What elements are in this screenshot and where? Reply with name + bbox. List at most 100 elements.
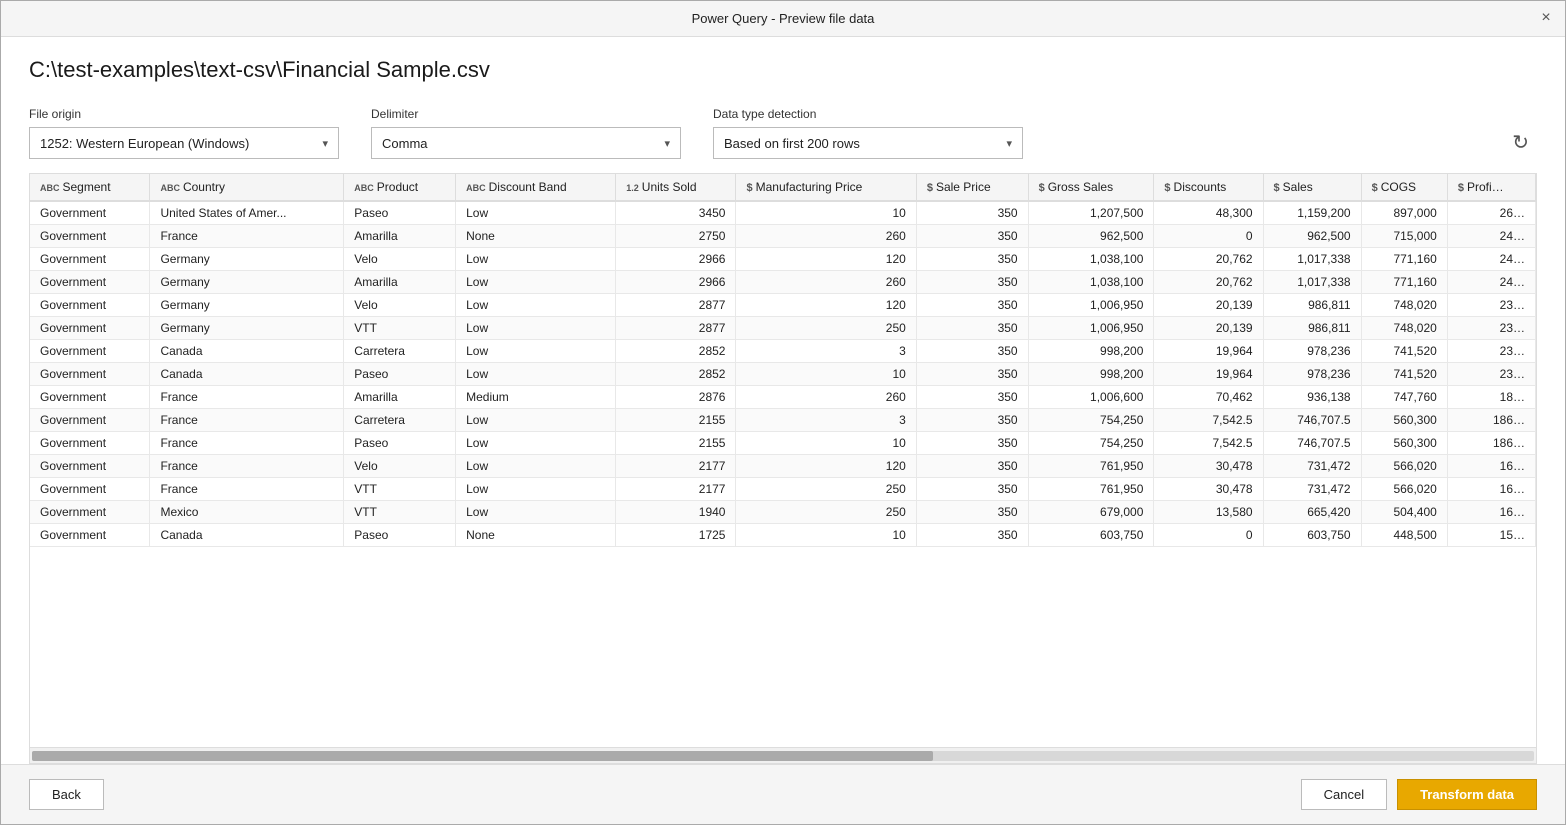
table-cell: 2177 xyxy=(616,478,736,501)
table-cell: Low xyxy=(456,432,616,455)
table-cell: Low xyxy=(456,248,616,271)
table-cell: Low xyxy=(456,478,616,501)
col-header-sales: $Sales xyxy=(1263,174,1361,201)
footer: Back Cancel Transform data xyxy=(1,764,1565,824)
table-cell: 10 xyxy=(736,201,916,225)
table-cell: 350 xyxy=(916,271,1028,294)
table-cell: Germany xyxy=(150,294,344,317)
table-cell: Government xyxy=(30,294,150,317)
table-cell: Canada xyxy=(150,524,344,547)
col-header-grosssales: $Gross Sales xyxy=(1028,174,1154,201)
cancel-button[interactable]: Cancel xyxy=(1301,779,1387,810)
table-cell: 20,762 xyxy=(1154,248,1263,271)
table-cell: 2877 xyxy=(616,317,736,340)
table-cell: 962,500 xyxy=(1263,225,1361,248)
table-cell: 731,472 xyxy=(1263,455,1361,478)
table-cell: 2877 xyxy=(616,294,736,317)
data-table-container: ABCSegmentABCCountryABCProductABCDiscoun… xyxy=(29,173,1537,764)
table-row: GovernmentFranceVeloLow2177120350761,950… xyxy=(30,455,1536,478)
table-row: GovernmentGermanyAmarillaLow29662603501,… xyxy=(30,271,1536,294)
table-cell: Government xyxy=(30,317,150,340)
table-cell: United States of Amer... xyxy=(150,201,344,225)
table-cell: 20,139 xyxy=(1154,317,1263,340)
table-cell: 24… xyxy=(1447,271,1535,294)
table-cell: Paseo xyxy=(344,201,456,225)
table-cell: Government xyxy=(30,409,150,432)
table-cell: 986,811 xyxy=(1263,317,1361,340)
table-cell: Government xyxy=(30,524,150,547)
table-cell: 754,250 xyxy=(1028,432,1154,455)
table-cell: Government xyxy=(30,340,150,363)
table-cell: Paseo xyxy=(344,363,456,386)
table-cell: 3450 xyxy=(616,201,736,225)
table-cell: 250 xyxy=(736,501,916,524)
table-cell: 2177 xyxy=(616,455,736,478)
table-cell: 998,200 xyxy=(1028,363,1154,386)
col-header-saleprice: $Sale Price xyxy=(916,174,1028,201)
table-wrapper[interactable]: ABCSegmentABCCountryABCProductABCDiscoun… xyxy=(30,174,1536,747)
table-header-row: ABCSegmentABCCountryABCProductABCDiscoun… xyxy=(30,174,1536,201)
table-cell: 679,000 xyxy=(1028,501,1154,524)
table-cell: Paseo xyxy=(344,524,456,547)
table-cell: Government xyxy=(30,386,150,409)
table-cell: 15… xyxy=(1447,524,1535,547)
table-row: GovernmentCanadaPaseoNone172510350603,75… xyxy=(30,524,1536,547)
table-cell: 2155 xyxy=(616,409,736,432)
file-origin-chevron-icon: ▾ xyxy=(322,137,328,150)
table-cell: 741,520 xyxy=(1361,340,1447,363)
table-cell: Low xyxy=(456,363,616,386)
table-cell: 2155 xyxy=(616,432,736,455)
table-row: GovernmentFranceAmarillaMedium2876260350… xyxy=(30,386,1536,409)
table-body: GovernmentUnited States of Amer...PaseoL… xyxy=(30,201,1536,547)
close-button[interactable]: × xyxy=(1535,7,1557,29)
table-cell: 746,707.5 xyxy=(1263,409,1361,432)
table-cell: 120 xyxy=(736,248,916,271)
table-cell: 746,707.5 xyxy=(1263,432,1361,455)
table-cell: 771,160 xyxy=(1361,271,1447,294)
refresh-button[interactable]: ↻ xyxy=(1504,126,1537,159)
data-type-value: Based on first 200 rows xyxy=(724,136,998,151)
table-cell: 962,500 xyxy=(1028,225,1154,248)
table-cell: Paseo xyxy=(344,432,456,455)
table-cell: 2966 xyxy=(616,271,736,294)
table-cell: 350 xyxy=(916,432,1028,455)
table-cell: Government xyxy=(30,432,150,455)
h-scrollbar-thumb[interactable] xyxy=(32,751,933,761)
table-cell: Government xyxy=(30,201,150,225)
table-cell: 70,462 xyxy=(1154,386,1263,409)
file-path: C:\test-examples\text-csv\Financial Samp… xyxy=(29,57,1537,83)
dialog-body: C:\test-examples\text-csv\Financial Samp… xyxy=(1,37,1565,764)
horizontal-scrollbar[interactable] xyxy=(30,747,1536,763)
table-cell: 761,950 xyxy=(1028,455,1154,478)
table-cell: Government xyxy=(30,478,150,501)
data-type-select[interactable]: Based on first 200 rows ▾ xyxy=(713,127,1023,159)
table-cell: 2750 xyxy=(616,225,736,248)
col-header-country: ABCCountry xyxy=(150,174,344,201)
transform-data-button[interactable]: Transform data xyxy=(1397,779,1537,810)
file-origin-select[interactable]: 1252: Western European (Windows) ▾ xyxy=(29,127,339,159)
delimiter-group: Delimiter Comma ▾ xyxy=(371,107,681,159)
table-cell: 978,236 xyxy=(1263,340,1361,363)
table-cell: 10 xyxy=(736,432,916,455)
table-cell: 350 xyxy=(916,317,1028,340)
delimiter-label: Delimiter xyxy=(371,107,681,121)
col-header-product: ABCProduct xyxy=(344,174,456,201)
table-row: GovernmentUnited States of Amer...PaseoL… xyxy=(30,201,1536,225)
file-origin-group: File origin 1252: Western European (Wind… xyxy=(29,107,339,159)
back-button[interactable]: Back xyxy=(29,779,104,810)
h-scrollbar-track[interactable] xyxy=(32,751,1534,761)
table-cell: 260 xyxy=(736,386,916,409)
table-cell: Government xyxy=(30,271,150,294)
table-cell: 2852 xyxy=(616,340,736,363)
table-cell: 1,017,338 xyxy=(1263,248,1361,271)
table-cell: 771,160 xyxy=(1361,248,1447,271)
table-cell: 1,207,500 xyxy=(1028,201,1154,225)
table-cell: 350 xyxy=(916,340,1028,363)
table-cell: Low xyxy=(456,271,616,294)
table-cell: France xyxy=(150,386,344,409)
delimiter-select[interactable]: Comma ▾ xyxy=(371,127,681,159)
table-row: GovernmentFranceAmarillaNone275026035096… xyxy=(30,225,1536,248)
table-cell: 23… xyxy=(1447,294,1535,317)
table-cell: VTT xyxy=(344,501,456,524)
table-cell: Low xyxy=(456,317,616,340)
